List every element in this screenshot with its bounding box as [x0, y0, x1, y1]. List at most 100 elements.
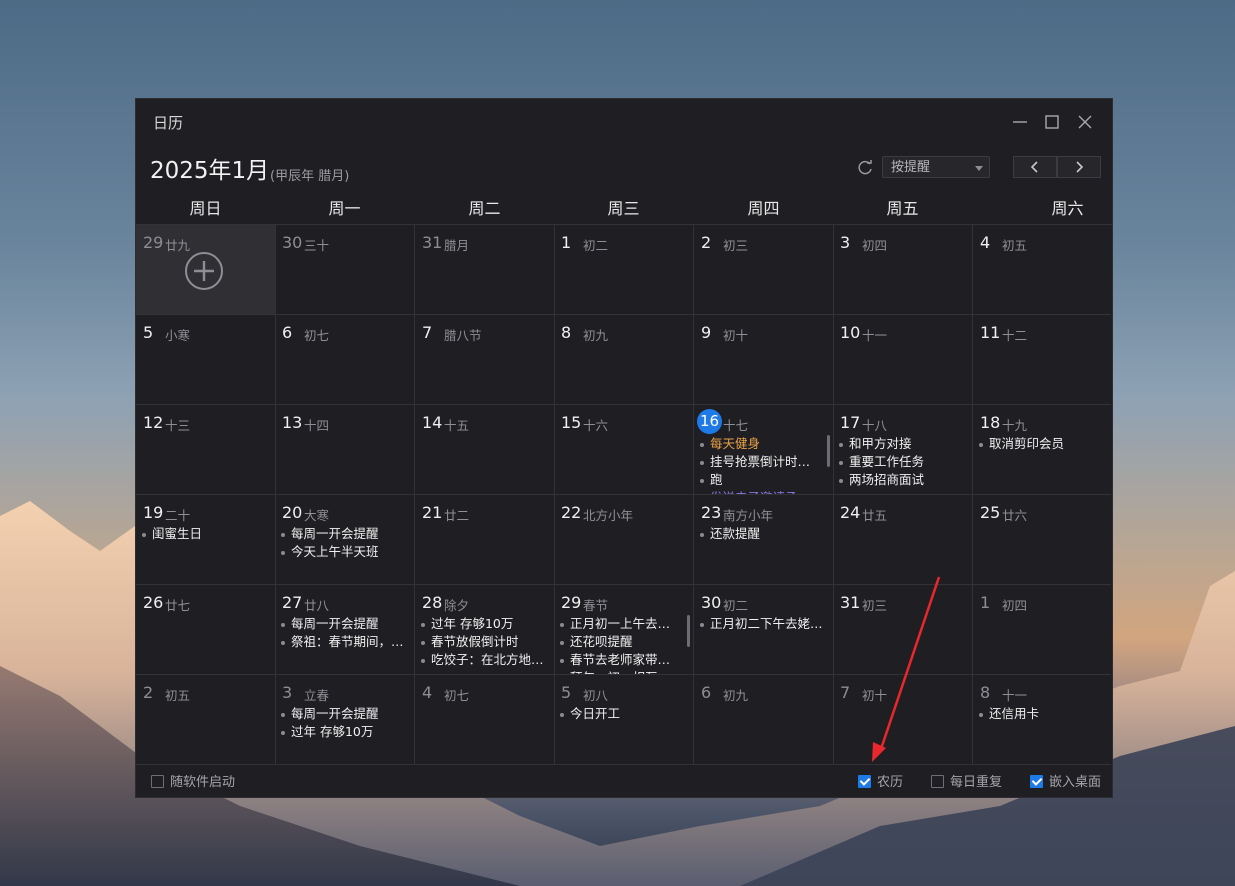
day-cell[interactable]: 8 十一 还信用卡: [973, 675, 1111, 765]
event-item[interactable]: 闺蜜生日: [142, 525, 271, 543]
day-cell[interactable]: 11 十二: [973, 315, 1111, 405]
event-item[interactable]: 过年 存够10万: [421, 615, 550, 633]
lunar-date: 初四: [862, 238, 888, 253]
day-cell-today[interactable]: 16十七每天健身挂号抢票倒计时怎…跑发送电子邀请函: [694, 405, 834, 495]
reminder-filter-select[interactable]: 按提醒: [882, 156, 990, 178]
day-cell[interactable]: 30 三十: [275, 225, 415, 315]
day-cell[interactable]: 18 十九 取消剪印会员: [973, 405, 1111, 495]
maximize-icon[interactable]: [1039, 109, 1065, 135]
event-item[interactable]: 取消剪印会员: [979, 435, 1107, 453]
cell-scrollbar[interactable]: [827, 435, 830, 467]
day-cell[interactable]: 8 初九: [554, 315, 694, 405]
event-item[interactable]: 每周一开会提醒: [281, 705, 410, 723]
refresh-icon[interactable]: [856, 159, 874, 177]
day-cell[interactable]: 2 初五: [136, 675, 276, 765]
daily-repeat-checkbox[interactable]: 每日重复: [931, 775, 1002, 790]
event-item[interactable]: 春节放假倒计时: [421, 633, 550, 651]
cell-scrollbar[interactable]: [687, 615, 690, 647]
event-item[interactable]: 今日开工: [560, 705, 689, 723]
event-item[interactable]: 还信用卡: [979, 705, 1107, 723]
event-item[interactable]: 重要工作任务: [839, 453, 968, 471]
lunar-date: 十七: [723, 418, 749, 433]
event-item[interactable]: 每天健身: [700, 435, 821, 453]
lunar-checkbox[interactable]: 农历: [858, 775, 903, 790]
lunar-date: 十二: [1002, 328, 1028, 343]
day-cell[interactable]: 3 立春 每周一开会提醒 过年 存够10万: [275, 675, 415, 765]
lunar-date: 十一: [862, 328, 888, 343]
day-cell[interactable]: 7 初十: [833, 675, 973, 765]
event-item[interactable]: 每周一开会提醒: [281, 615, 410, 633]
day-cell[interactable]: 14 十五: [415, 405, 555, 495]
day-cell[interactable]: 23 南方小年 还款提醒: [694, 495, 834, 585]
day-cell[interactable]: 21 廿二: [415, 495, 555, 585]
day-cell[interactable]: 24 廿五: [833, 495, 973, 585]
event-item[interactable]: 吃饺子：在北方地区…: [421, 651, 550, 669]
day-cell[interactable]: 31 初三: [833, 585, 973, 675]
event-item[interactable]: 祭祖：春节期间，许…: [281, 633, 410, 651]
day-cell[interactable]: 31 腊月: [415, 225, 555, 315]
event-item[interactable]: 正月初一上午去爷爷…: [560, 615, 681, 633]
day-cell[interactable]: 25 廿六: [973, 495, 1111, 585]
event-item[interactable]: 还款提醒: [700, 525, 829, 543]
day-cell[interactable]: 28 除夕 过年 存够10万 春节放假倒计时 吃饺子：在北方地区…: [415, 585, 555, 675]
minimize-icon[interactable]: [1007, 109, 1033, 135]
day-cell[interactable]: 3 初四: [833, 225, 973, 315]
day-number: 31: [422, 233, 443, 252]
day-cell[interactable]: 17 十八 和甲方对接 重要工作任务 两场招商面试: [833, 405, 973, 495]
event-item[interactable]: 今天上午半天班: [281, 543, 410, 561]
calendar-window: 日历 2025年1月 (甲辰年 腊月) 按提醒 周日 周一 周二 周三 周四 周五 周六 2…: [136, 99, 1112, 797]
day-number: 5: [561, 683, 572, 702]
day-cell[interactable]: 29 廿九: [136, 225, 276, 315]
day-number: 17: [840, 413, 861, 432]
day-cell[interactable]: 20 大寒 每周一开会提醒 今天上午半天班: [275, 495, 415, 585]
day-cell[interactable]: 4 初七: [415, 675, 555, 765]
day-cell[interactable]: 13 十四: [275, 405, 415, 495]
day-cell[interactable]: 27 廿八 每周一开会提醒 祭祖：春节期间，许…: [275, 585, 415, 675]
event-item[interactable]: 两场招商面试: [839, 471, 968, 489]
event-item[interactable]: 跑: [700, 471, 821, 489]
next-month-button[interactable]: [1057, 156, 1101, 178]
autostart-checkbox[interactable]: 随软件启动: [151, 775, 235, 790]
day-number: 11: [980, 323, 1001, 342]
weekday-header: 周日 周一 周二 周三 周四 周五 周六: [136, 195, 1112, 223]
event-item[interactable]: 挂号抢票倒计时怎…: [700, 453, 821, 471]
day-number: 25: [980, 503, 1001, 522]
event-list: 每周一开会提醒 祭祖：春节期间，许…: [281, 615, 410, 651]
day-cell[interactable]: 15 十六: [554, 405, 694, 495]
add-event-icon[interactable]: [184, 251, 224, 291]
day-number: 21: [422, 503, 443, 522]
day-cell[interactable]: 19 二十 闺蜜生日: [136, 495, 276, 585]
event-item[interactable]: 和甲方对接: [839, 435, 968, 453]
event-item[interactable]: 还花呗提醒: [560, 633, 681, 651]
embed-desktop-checkbox[interactable]: 嵌入桌面: [1030, 775, 1101, 790]
day-cell[interactable]: 29春节正月初一上午去爷爷…还花呗提醒春节去老师家带特产拜年：初一相互拜年: [554, 585, 694, 675]
day-cell[interactable]: 1 初四: [973, 585, 1111, 675]
weekday-0: 周日: [189, 199, 222, 218]
day-cell[interactable]: 9 初十: [694, 315, 834, 405]
day-cell[interactable]: 22 北方小年: [554, 495, 694, 585]
day-number: 6: [282, 323, 293, 342]
day-cell[interactable]: 26 廿七: [136, 585, 276, 675]
day-cell[interactable]: 1 初二: [554, 225, 694, 315]
lunar-date: 廿六: [1002, 508, 1028, 523]
day-cell[interactable]: 5 初八 今日开工: [554, 675, 694, 765]
day-cell[interactable]: 2 初三: [694, 225, 834, 315]
close-icon[interactable]: [1072, 109, 1098, 135]
event-item[interactable]: 过年 存够10万: [281, 723, 410, 741]
day-number: 4: [980, 233, 991, 252]
event-item[interactable]: 春节去老师家带特产: [560, 651, 681, 669]
day-cell[interactable]: 4 初五: [973, 225, 1111, 315]
lunar-date: 三十: [304, 238, 330, 253]
day-cell[interactable]: 30 初二 正月初二下午去姥姥家: [694, 585, 834, 675]
event-list: 还款提醒: [700, 525, 829, 543]
day-cell[interactable]: 7 腊八节: [415, 315, 555, 405]
day-cell[interactable]: 6 初七: [275, 315, 415, 405]
day-cell[interactable]: 6 初九: [694, 675, 834, 765]
day-cell[interactable]: 12 十三: [136, 405, 276, 495]
event-item[interactable]: 正月初二下午去姥姥家: [700, 615, 829, 633]
event-item[interactable]: 每周一开会提醒: [281, 525, 410, 543]
day-cell[interactable]: 5 小寒: [136, 315, 276, 405]
day-number: 15: [561, 413, 582, 432]
day-cell[interactable]: 10 十一: [833, 315, 973, 405]
prev-month-button[interactable]: [1013, 156, 1057, 178]
